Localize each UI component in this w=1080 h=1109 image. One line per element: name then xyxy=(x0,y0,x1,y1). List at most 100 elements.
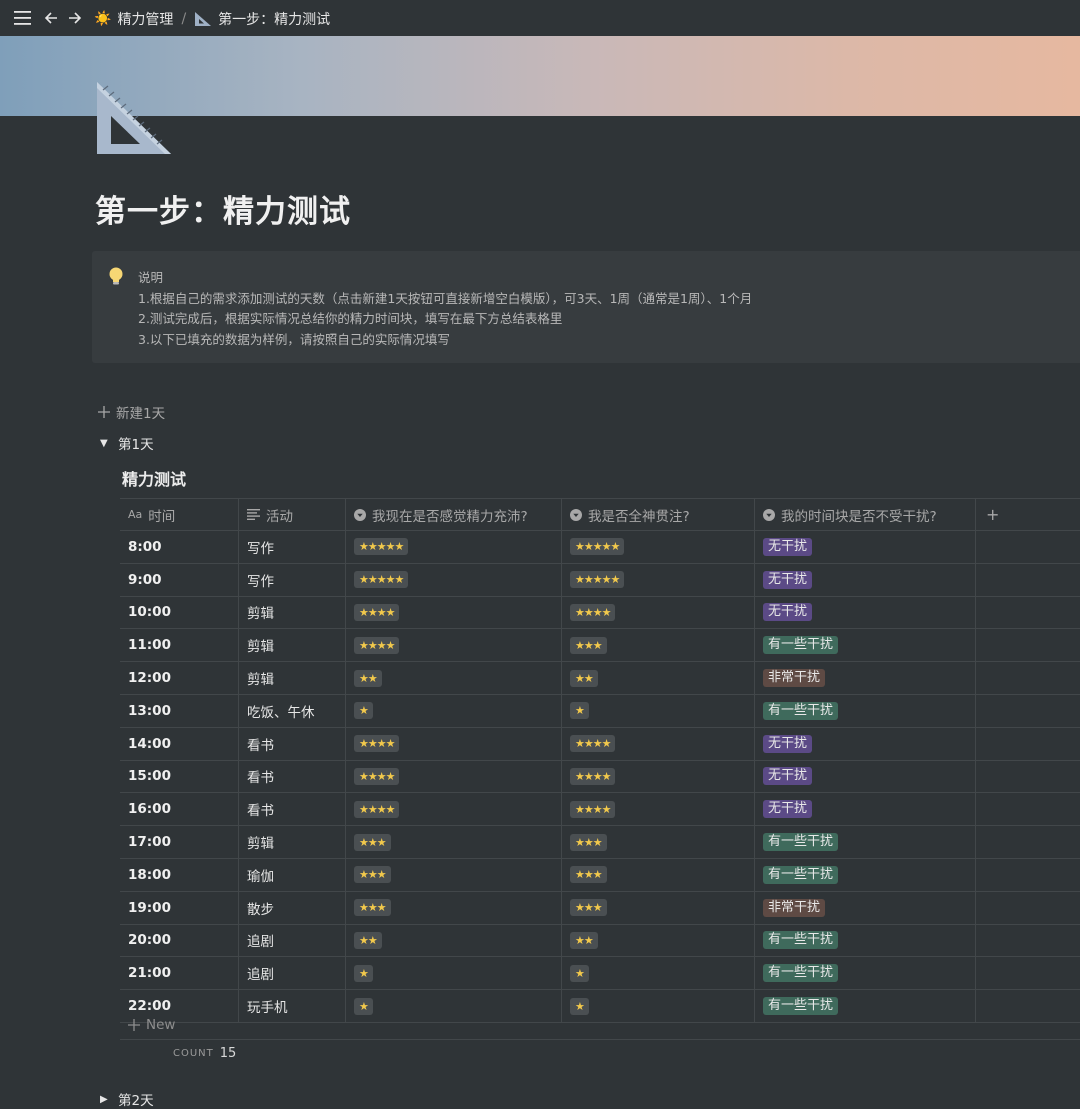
focus-cell[interactable]: ★★★★ xyxy=(562,727,755,760)
activity-cell[interactable]: 剪辑 xyxy=(239,596,346,629)
breadcrumb-current[interactable]: 第一步：精力测试 xyxy=(218,9,330,29)
activity-cell[interactable]: 看书 xyxy=(239,793,346,826)
activity-cell[interactable]: 剪辑 xyxy=(239,662,346,694)
interruption-cell[interactable]: 有一些干扰 xyxy=(755,957,976,990)
time-cell[interactable]: 19:00 xyxy=(120,891,239,924)
set-square-icon[interactable] xyxy=(95,80,173,156)
column-header-energy[interactable]: 我现在是否感觉精力充沛? xyxy=(346,499,562,530)
energy-cell[interactable]: ★★ xyxy=(346,924,562,957)
activity-cell[interactable]: 剪辑 xyxy=(239,629,346,662)
focus-cell[interactable]: ★★ xyxy=(562,924,755,957)
focus-cell[interactable]: ★ xyxy=(562,694,755,727)
energy-cell[interactable]: ★★★ xyxy=(346,858,562,891)
focus-cell[interactable]: ★ xyxy=(562,957,755,990)
energy-cell[interactable]: ★ xyxy=(346,694,562,727)
time-cell[interactable]: 10:00 xyxy=(120,596,239,629)
empty-cell[interactable] xyxy=(976,531,1080,563)
interruption-cell[interactable]: 非常干扰 xyxy=(755,891,976,924)
empty-cell[interactable] xyxy=(976,892,1080,924)
time-cell[interactable]: 16:00 xyxy=(120,793,239,826)
count-footer[interactable]: COUNT 15 xyxy=(173,1046,236,1061)
time-cell[interactable]: 14:00 xyxy=(120,727,239,760)
time-cell[interactable]: 17:00 xyxy=(120,826,239,858)
activity-cell[interactable]: 追剧 xyxy=(239,957,346,990)
table-row[interactable]: 21:00 追剧 ★ ★ 有一些干扰 xyxy=(120,957,1080,991)
empty-cell[interactable] xyxy=(976,957,1080,989)
energy-cell[interactable]: ★★★★ xyxy=(346,727,562,760)
focus-cell[interactable]: ★★★★ xyxy=(562,760,755,793)
interruption-cell[interactable]: 有一些干扰 xyxy=(755,629,976,662)
empty-cell[interactable] xyxy=(976,695,1080,727)
forward-arrow-icon[interactable] xyxy=(67,10,83,26)
time-cell[interactable]: 13:00 xyxy=(120,694,239,727)
activity-cell[interactable]: 追剧 xyxy=(239,924,346,957)
time-cell[interactable]: 21:00 xyxy=(120,957,239,990)
interruption-cell[interactable]: 有一些干扰 xyxy=(755,694,976,727)
empty-cell[interactable] xyxy=(976,925,1080,957)
table-row[interactable]: 11:00 剪辑 ★★★★ ★★★ 有一些干扰 xyxy=(120,629,1080,663)
empty-cell[interactable] xyxy=(976,629,1080,661)
focus-cell[interactable]: ★★★★★ xyxy=(562,531,755,563)
new-row-button[interactable]: New xyxy=(120,1011,1080,1040)
page-title[interactable]: 第一步：精力测试 xyxy=(95,186,351,231)
activity-cell[interactable]: 看书 xyxy=(239,727,346,760)
time-cell[interactable]: 9:00 xyxy=(120,563,239,596)
energy-cell[interactable]: ★★ xyxy=(346,662,562,694)
table-row[interactable]: 13:00 吃饭、午休 ★ ★ 有一些干扰 xyxy=(120,694,1080,728)
activity-cell[interactable]: 吃饭、午休 xyxy=(239,694,346,727)
focus-cell[interactable]: ★★★★ xyxy=(562,793,755,826)
focus-cell[interactable]: ★★★ xyxy=(562,629,755,662)
interruption-cell[interactable]: 无干扰 xyxy=(755,727,976,760)
interruption-cell[interactable]: 无干扰 xyxy=(755,596,976,629)
empty-cell[interactable] xyxy=(976,564,1080,596)
time-cell[interactable]: 12:00 xyxy=(120,662,239,694)
activity-cell[interactable]: 写作 xyxy=(239,531,346,563)
focus-cell[interactable]: ★★★ xyxy=(562,891,755,924)
interruption-cell[interactable]: 非常干扰 xyxy=(755,662,976,694)
focus-cell[interactable]: ★★★ xyxy=(562,826,755,858)
toggle-day-2[interactable]: ▶ 第2天 xyxy=(100,1089,154,1109)
interruption-cell[interactable]: 无干扰 xyxy=(755,760,976,793)
triangle-right-icon[interactable]: ▶ xyxy=(100,1094,118,1105)
energy-cell[interactable]: ★★★ xyxy=(346,891,562,924)
table-row[interactable]: 19:00 散步 ★★★ ★★★ 非常干扰 xyxy=(120,891,1080,925)
focus-cell[interactable]: ★★ xyxy=(562,662,755,694)
table-row[interactable]: 18:00 瑜伽 ★★★ ★★★ 有一些干扰 xyxy=(120,858,1080,892)
energy-cell[interactable]: ★★★★ xyxy=(346,596,562,629)
toggle-day-1[interactable]: ▼ 第1天 xyxy=(100,433,154,453)
interruption-cell[interactable]: 有一些干扰 xyxy=(755,924,976,957)
menu-icon[interactable] xyxy=(14,10,32,26)
empty-cell[interactable] xyxy=(976,793,1080,825)
activity-cell[interactable]: 写作 xyxy=(239,563,346,596)
energy-cell[interactable]: ★ xyxy=(346,957,562,990)
table-row[interactable]: 17:00 剪辑 ★★★ ★★★ 有一些干扰 xyxy=(120,826,1080,859)
energy-cell[interactable]: ★★★★ xyxy=(346,793,562,826)
activity-cell[interactable]: 剪辑 xyxy=(239,826,346,858)
focus-cell[interactable]: ★★★★ xyxy=(562,596,755,629)
interruption-cell[interactable]: 有一些干扰 xyxy=(755,858,976,891)
focus-cell[interactable]: ★★★★★ xyxy=(562,563,755,596)
empty-cell[interactable] xyxy=(976,826,1080,858)
activity-cell[interactable]: 散步 xyxy=(239,891,346,924)
add-column-button[interactable]: + xyxy=(976,499,1080,530)
new-day-button[interactable]: 新建1天 xyxy=(98,402,165,422)
breadcrumb-parent[interactable]: 精力管理 xyxy=(117,9,173,29)
empty-cell[interactable] xyxy=(976,662,1080,694)
energy-cell[interactable]: ★★★ xyxy=(346,826,562,858)
table-row[interactable]: 15:00 看书 ★★★★ ★★★★ 无干扰 xyxy=(120,760,1080,794)
activity-cell[interactable]: 瑜伽 xyxy=(239,858,346,891)
time-cell[interactable]: 11:00 xyxy=(120,629,239,662)
table-row[interactable]: 16:00 看书 ★★★★ ★★★★ 无干扰 xyxy=(120,793,1080,827)
focus-cell[interactable]: ★★★ xyxy=(562,858,755,891)
time-cell[interactable]: 20:00 xyxy=(120,924,239,957)
column-header-interruption[interactable]: 我的时间块是否不受干扰? xyxy=(755,499,976,530)
database-title[interactable]: 精力测试 xyxy=(122,466,186,490)
energy-cell[interactable]: ★★★★★ xyxy=(346,563,562,596)
table-row[interactable]: 8:00 写作 ★★★★★ ★★★★★ 无干扰 xyxy=(120,531,1080,564)
empty-cell[interactable] xyxy=(976,728,1080,760)
time-cell[interactable]: 15:00 xyxy=(120,760,239,793)
triangle-down-icon[interactable]: ▼ xyxy=(100,438,118,449)
interruption-cell[interactable]: 无干扰 xyxy=(755,531,976,563)
interruption-cell[interactable]: 有一些干扰 xyxy=(755,826,976,858)
column-header-focus[interactable]: 我是否全神贯注? xyxy=(562,499,755,530)
